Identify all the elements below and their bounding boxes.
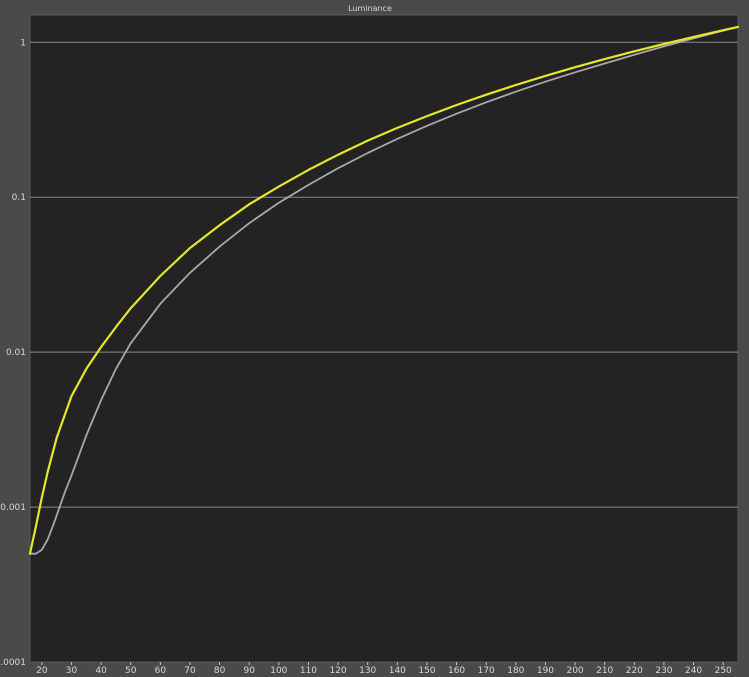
x-tick-label: 180 — [507, 666, 524, 676]
x-tick-label: 30 — [66, 666, 78, 676]
x-tick-label: 190 — [537, 666, 554, 676]
x-tick-label: 100 — [270, 666, 287, 676]
x-tick-label: 170 — [478, 666, 495, 676]
x-axis-ticks: 20 30 40 50 60 70 80 90 100 110 120 130 140 150 160 170… — [36, 662, 732, 676]
x-tick-label: 210 — [596, 666, 613, 676]
x-tick-label: 90 — [243, 666, 255, 676]
x-tick-label: 140 — [389, 666, 406, 676]
x-tick-label: 110 — [300, 666, 317, 676]
y-tick-label: 0.01 — [6, 348, 26, 358]
chart-canvas: Luminance 1 0.1 0.01 0.001 0.0001 20 30 40 50 60… — [0, 4, 740, 676]
y-tick-label: 0.001 — [0, 503, 26, 513]
x-tick-label: 220 — [626, 666, 643, 676]
y-tick-label: 1 — [20, 38, 26, 48]
x-tick-label: 60 — [155, 666, 167, 676]
y-tick-label: 0.1 — [12, 193, 26, 203]
x-tick-label: 70 — [184, 666, 196, 676]
x-tick-label: 40 — [95, 666, 107, 676]
chart-title: Luminance — [348, 4, 392, 13]
y-axis-ticks: 1 0.1 0.01 0.001 0.0001 — [0, 38, 26, 668]
y-tick-label: 0.0001 — [0, 658, 26, 668]
x-tick-label: 120 — [329, 666, 346, 676]
x-tick-label: 160 — [448, 666, 465, 676]
x-tick-label: 50 — [125, 666, 137, 676]
x-tick-label: 80 — [214, 666, 226, 676]
plot-area — [29, 14, 739, 663]
x-tick-label: 130 — [359, 666, 376, 676]
luminance-chart: Luminance 1 0.1 0.01 0.001 0.0001 20 30 40 50 60… — [0, 0, 749, 677]
x-tick-label: 250 — [715, 666, 732, 676]
x-tick-label: 230 — [655, 666, 672, 676]
x-tick-label: 20 — [36, 666, 48, 676]
x-tick-label: 150 — [418, 666, 435, 676]
x-tick-label: 200 — [566, 666, 583, 676]
x-tick-label: 240 — [685, 666, 702, 676]
